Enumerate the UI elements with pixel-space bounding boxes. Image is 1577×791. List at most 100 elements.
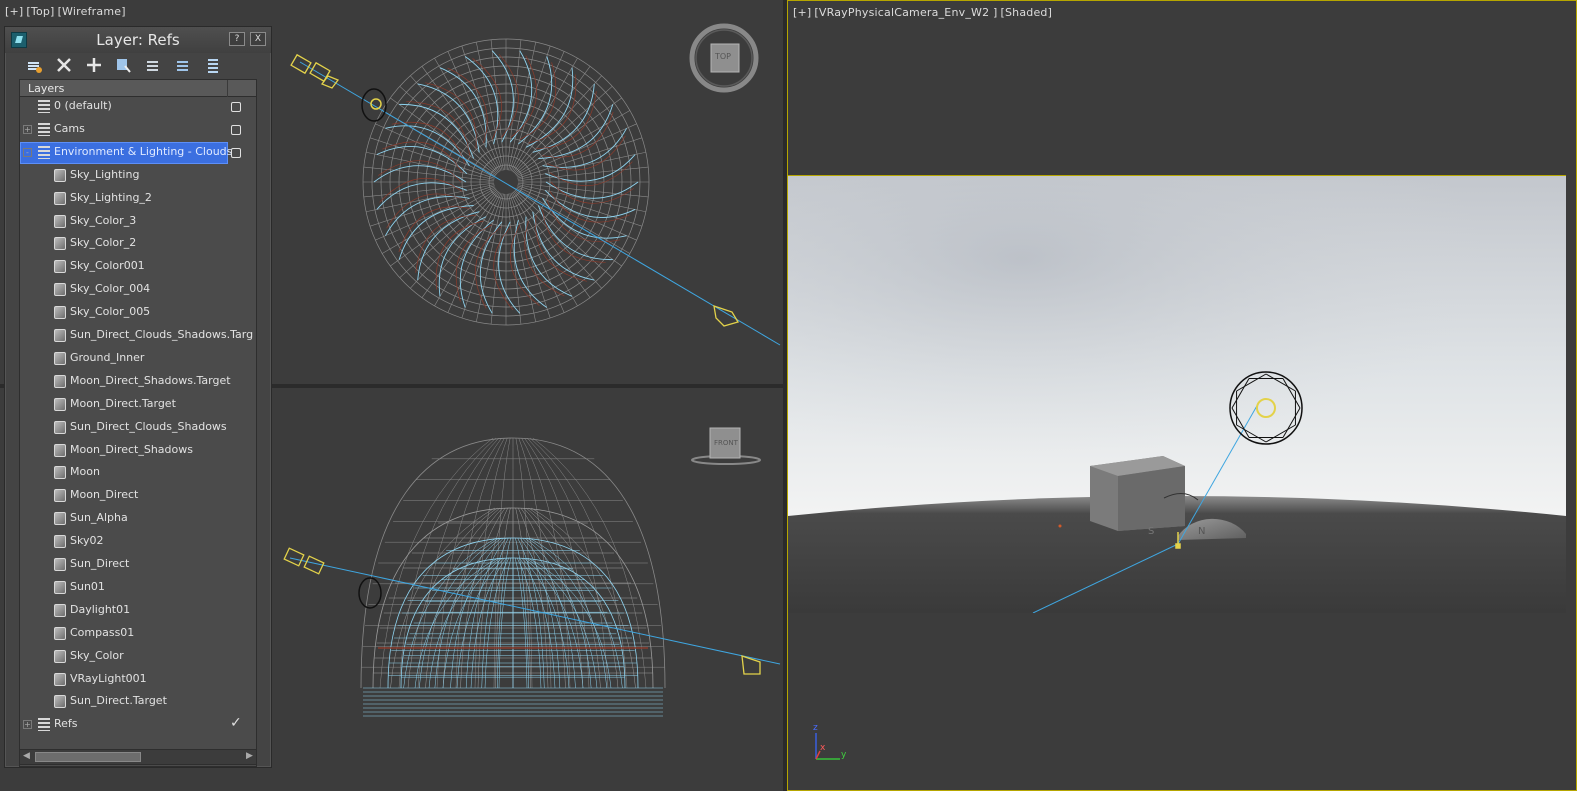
select-objects-icon[interactable] <box>112 54 134 76</box>
viewcube-top[interactable]: TOP <box>688 22 760 94</box>
object-row[interactable]: Sky_Color_3 <box>20 211 256 233</box>
row-label: Daylight01 <box>70 602 131 616</box>
object-row[interactable]: Sky_Color_004 <box>20 279 256 301</box>
app-root: [+] [Top] [Wireframe] TOP FRONT [+] [VRa… <box>0 0 1577 791</box>
row-label: Sky_Color <box>70 648 124 662</box>
viewcube-front-label: FRONT <box>714 439 738 447</box>
object-icon <box>54 580 66 594</box>
object-row[interactable]: Moon_Direct_Shadows.Target <box>20 371 256 393</box>
object-row[interactable]: Sky_Color001 <box>20 256 256 278</box>
layer-row[interactable]: - Environment & Lighting - Clouds <box>20 141 256 164</box>
object-row[interactable]: Compass01 <box>20 623 256 645</box>
object-icon <box>54 168 66 182</box>
viewport-shading-menu[interactable]: [Shaded] <box>1000 6 1052 19</box>
object-row[interactable]: Sun_Direct_Clouds_Shadows.Targ <box>20 325 256 347</box>
object-row[interactable]: Sun_Alpha <box>20 508 256 530</box>
object-row[interactable]: Ground_Inner <box>20 348 256 370</box>
layer-panel-titlebar[interactable]: Layer: Refs ? X <box>5 27 271 53</box>
object-row[interactable]: Sky_Lighting <box>20 165 256 187</box>
row-label: Sky_Color_005 <box>70 305 151 319</box>
help-button[interactable]: ? <box>229 32 245 46</box>
row-label: Moon_Direct <box>70 488 139 502</box>
object-row[interactable]: Moon_Direct.Target <box>20 394 256 416</box>
object-row[interactable]: Moon <box>20 462 256 484</box>
row-label: 0 (default) <box>54 99 112 112</box>
new-layer-icon[interactable] <box>23 54 45 76</box>
add-to-layer-icon[interactable] <box>83 54 105 76</box>
object-icon <box>54 695 66 709</box>
row-label: Sky02 <box>70 534 104 548</box>
layer-row[interactable]: + Refs ✓ <box>20 714 256 736</box>
hide-all-icon[interactable] <box>202 54 224 76</box>
object-icon <box>54 649 66 663</box>
row-label: Sun01 <box>70 579 105 593</box>
horizontal-scrollbar[interactable]: ◀ ▶ <box>19 749 257 765</box>
column-divider[interactable] <box>227 80 228 97</box>
row-label: Sun_Direct <box>70 557 130 570</box>
viewport-view-menu[interactable]: [Top] <box>26 5 54 18</box>
row-label: Moon_Direct_Shadows.Target <box>70 373 231 387</box>
select-layer-icon[interactable] <box>142 54 164 76</box>
current-layer-checkbox[interactable] <box>231 102 241 112</box>
set-current-icon[interactable] <box>172 54 194 76</box>
object-row[interactable]: Moon_Direct <box>20 485 256 507</box>
object-row[interactable]: VRayLight001 <box>20 669 256 691</box>
current-layer-check-icon[interactable]: ✓ <box>230 715 242 731</box>
viewport-top-label[interactable]: [+] [Top] [Wireframe] <box>5 5 129 18</box>
object-icon <box>54 260 66 274</box>
delete-layer-icon[interactable] <box>53 54 75 76</box>
viewport-menu-plus[interactable]: [+] <box>5 5 23 18</box>
light-icon-top-right <box>713 305 739 327</box>
object-row[interactable]: Moon_Direct_Shadows <box>20 440 256 462</box>
object-icon <box>54 512 66 526</box>
expand-toggle[interactable]: + <box>23 720 32 730</box>
object-row[interactable]: Sun01 <box>20 577 256 599</box>
row-label: Ground_Inner <box>70 350 145 364</box>
camera-scene: N S <box>788 176 1566 614</box>
layer-row[interactable]: 0 (default) <box>20 96 256 118</box>
viewport-camera[interactable]: [+] [VRayPhysicalCamera_Env_W2 ] [Shaded] <box>787 0 1577 791</box>
object-row[interactable]: Sky_Color_2 <box>20 233 256 255</box>
layer-icon <box>38 122 50 136</box>
object-icon <box>54 603 66 617</box>
scroll-right-icon[interactable]: ▶ <box>246 751 253 761</box>
object-row[interactable]: Sun_Direct_Clouds_Shadows <box>20 417 256 439</box>
row-label: Moon_Direct_Shadows <box>70 442 193 456</box>
object-icon <box>54 306 66 320</box>
object-row[interactable]: Daylight01 <box>20 600 256 622</box>
close-button[interactable]: X <box>250 32 266 46</box>
row-label: Cams <box>54 121 85 135</box>
scrollbar-thumb[interactable] <box>35 752 141 762</box>
current-layer-checkbox[interactable] <box>231 147 241 158</box>
object-row[interactable]: Sky_Color_005 <box>20 302 256 324</box>
row-label: Environment & Lighting - Clouds <box>54 144 233 158</box>
object-row[interactable]: Sky02 <box>20 531 256 553</box>
viewport-camera-menu[interactable]: [VRayPhysicalCamera_Env_W2 ] <box>814 6 997 19</box>
object-icon <box>54 558 66 571</box>
row-label: Sky_Color_004 <box>70 282 151 296</box>
cube-object <box>1090 456 1185 531</box>
expand-toggle[interactable]: + <box>23 124 32 134</box>
row-label: Moon_Direct.Target <box>70 396 176 410</box>
viewport-menu-plus[interactable]: [+] <box>793 6 811 19</box>
viewport-shading-menu[interactable]: [Wireframe] <box>58 5 126 18</box>
current-layer-checkbox[interactable] <box>231 124 241 135</box>
viewport-camera-label[interactable]: [+] [VRayPhysicalCamera_Env_W2 ] [Shaded] <box>793 6 1055 19</box>
scroll-left-icon[interactable]: ◀ <box>23 751 30 761</box>
object-row[interactable]: Sun_Direct.Target <box>20 691 256 713</box>
layer-row[interactable]: + Cams <box>20 119 256 141</box>
viewcube-front[interactable]: FRONT <box>690 424 762 465</box>
layers-column-header[interactable]: Layers <box>20 80 256 97</box>
object-row[interactable]: Sky_Lighting_2 <box>20 188 256 210</box>
layer-manager-panel: Layer: Refs ? X Layers 0 (default) + Cam… <box>4 26 272 768</box>
object-icon <box>54 237 66 251</box>
object-row[interactable]: Sun_Direct <box>20 554 256 576</box>
object-icon <box>54 191 66 205</box>
layers-column-label: Layers <box>28 82 65 95</box>
layer-list[interactable]: Layers 0 (default) + Cams - Environment & Li… <box>19 79 257 767</box>
layer-icon <box>38 145 50 159</box>
row-label: VRayLight001 <box>70 671 147 685</box>
expand-toggle[interactable]: - <box>23 147 32 157</box>
row-label: Sun_Alpha <box>70 511 128 525</box>
object-row[interactable]: Sky_Color <box>20 646 256 668</box>
